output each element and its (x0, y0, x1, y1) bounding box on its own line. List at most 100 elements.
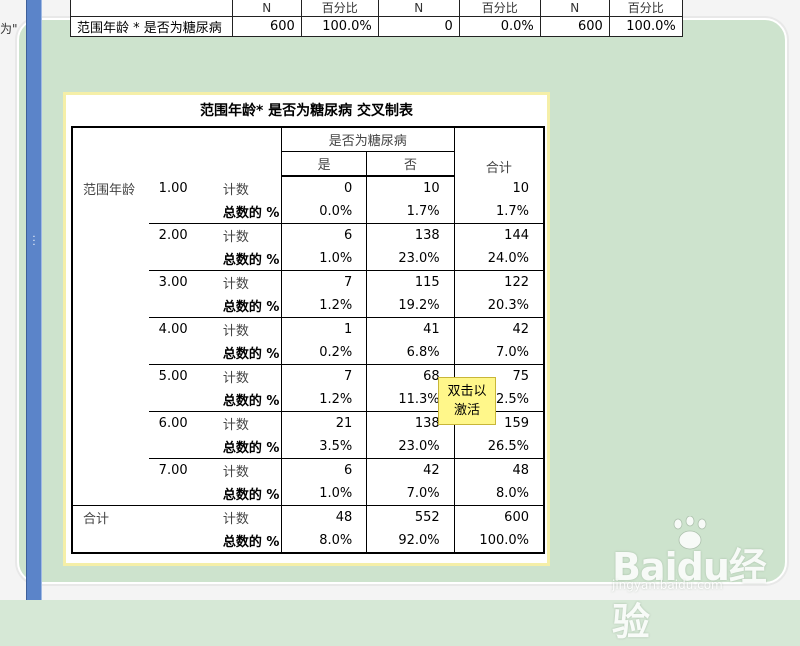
percent-cell: 1.7% (366, 200, 455, 224)
table-cell: 0.0% (458, 16, 541, 37)
crosstab-grid: 是否为糖尿病 合计 是 否 范围年龄 1.00 计数 0 10 10 总数的 % 0.0% 1.… (71, 126, 545, 554)
table-row: 范围年龄 * 是否为糖尿病 600 100.0% 0 0.0% 600 100.… (70, 16, 683, 37)
count-cell: 48 (453, 458, 544, 482)
row-group-label: 范围年龄 (83, 182, 136, 198)
percent-cell: 1.0% (280, 482, 367, 506)
percent-cell: 26.5% (453, 435, 544, 459)
table-row: 2.00 计数 6 138 144 (72, 223, 544, 247)
count-cell: 1 (280, 317, 367, 341)
table-cell: 600 (539, 16, 610, 37)
left-cut-text: 为" (0, 22, 18, 36)
header-cell: 百分比 (608, 0, 683, 17)
stat-label-count: 计数 (222, 182, 249, 198)
stat-label-percent: 总数的 % (222, 441, 280, 456)
table-row: 合计 计数 48 552 600 (72, 505, 544, 529)
table-row: 总数的 % 1.0% 7.0% 8.0% (72, 482, 544, 506)
crosstab-pivot-table[interactable]: 范围年龄* 是否为糖尿病 交叉制表 是否为糖尿病 合计 是 否 范围年龄 1.00… (63, 92, 550, 566)
percent-cell: 7.0% (366, 482, 455, 506)
splitter-grip-icon[interactable]: · · · (30, 233, 38, 251)
header-cell: N (539, 0, 610, 17)
percent-cell: 3.5% (280, 435, 367, 459)
table-cell: 100.0% (300, 16, 379, 37)
stat-label-percent: 总数的 % (222, 206, 280, 221)
percent-cell: 23.0% (366, 435, 455, 459)
watermark-url: jingyan.baidu.com (612, 578, 723, 592)
table-row: 3.00 计数 7 115 122 (72, 270, 544, 295)
row-value-label: 2.00 (148, 223, 213, 247)
percent-cell: 1.0% (280, 247, 367, 271)
percent-cell: 100.0% (453, 529, 544, 553)
header-cell: 百分比 (458, 0, 541, 17)
column-header-no: 否 (366, 151, 455, 177)
count-cell: 41 (366, 317, 455, 341)
header-cell: N (377, 0, 460, 17)
row-value-label: 3.00 (148, 270, 213, 294)
table-cell: 100.0% (608, 16, 683, 37)
count-cell: 10 (366, 176, 455, 200)
count-cell: 21 (280, 411, 367, 435)
table-row: 总数的 % 1.0% 23.0% 24.0% (72, 247, 544, 271)
row-value-label: 1.00 (158, 180, 188, 196)
table-row: 总数的 % 0.2% 6.8% 7.0% (72, 341, 544, 365)
count-cell: 10 (453, 176, 544, 200)
percent-cell: 1.7% (453, 200, 544, 224)
stat-label-count: 计数 (212, 411, 282, 435)
stat-label-count: 计数 (212, 364, 282, 388)
activate-tooltip: 双击以 激活 (438, 377, 496, 425)
percent-cell: 0.0% (280, 200, 367, 224)
count-cell: 0 (280, 176, 367, 200)
table-row: 4.00 计数 1 41 42 (72, 317, 544, 341)
percent-cell: 20.3% (453, 294, 544, 318)
case-processing-summary-table[interactable]: N 百分比 N 百分比 N 百分比 范围年龄 * 是否为糖尿病 600 100.… (70, 0, 683, 37)
stat-label-percent: 总数的 % (222, 488, 280, 503)
baidu-jingyan-watermark: Baidu经验 jingyan.baidu.com (612, 516, 792, 644)
row-value-label: 4.00 (148, 317, 213, 341)
column-group-header: 是否为糖尿病 (280, 127, 455, 152)
percent-cell: 7.0% (453, 341, 544, 365)
count-cell: 48 (280, 505, 367, 529)
stat-label-count: 计数 (212, 505, 282, 529)
stat-label-count: 计数 (212, 223, 282, 247)
percent-cell: 8.0% (280, 529, 367, 553)
percent-cell: 19.2% (366, 294, 455, 318)
table-row: 范围年龄 1.00 计数 0 10 10 (72, 176, 544, 200)
count-cell: 115 (366, 270, 455, 294)
stat-label-count: 计数 (212, 458, 282, 482)
percent-cell: 1.2% (280, 294, 367, 318)
stat-label-percent: 总数的 % (222, 300, 280, 315)
count-cell: 7 (280, 270, 367, 294)
row-group-label (72, 459, 149, 483)
table-row: 7.00 计数 6 42 48 (72, 458, 544, 483)
table-row: 总数的 % 8.0% 92.0% 100.0% (72, 529, 544, 553)
percent-cell: 0.2% (280, 341, 367, 365)
pane-splitter[interactable]: · · · (26, 0, 42, 600)
percent-cell: 8.0% (453, 482, 544, 506)
row-group-label (72, 412, 149, 436)
percent-cell: 6.8% (366, 341, 455, 365)
stat-label-percent: 总数的 % (222, 535, 280, 550)
count-cell: 138 (366, 223, 455, 247)
stat-label-count: 计数 (212, 270, 282, 294)
header-cell: N (231, 0, 302, 17)
count-cell: 42 (453, 317, 544, 341)
count-cell: 6 (280, 458, 367, 482)
row-value-label (148, 505, 213, 529)
row-value-label: 7.00 (148, 458, 213, 482)
count-cell: 42 (366, 458, 455, 482)
column-header-total: 合计 (453, 127, 544, 176)
table-row: 总数的 % 1.2% 19.2% 20.3% (72, 294, 544, 318)
percent-cell: 1.2% (280, 388, 367, 412)
header-cell: 百分比 (300, 0, 379, 17)
percent-cell: 23.0% (366, 247, 455, 271)
count-cell: 144 (453, 223, 544, 247)
row-label: 范围年龄 * 是否为糖尿病 (70, 16, 233, 37)
tooltip-line-2: 激活 (453, 403, 480, 418)
table-cell: 600 (231, 16, 302, 37)
count-cell: 7 (280, 364, 367, 388)
stat-label-percent: 总数的 % (222, 394, 280, 409)
count-cell: 6 (280, 223, 367, 247)
count-cell: 600 (453, 505, 544, 529)
stat-label-percent: 总数的 % (222, 347, 280, 362)
row-group-label (72, 271, 149, 295)
row-value-label: 5.00 (148, 364, 213, 388)
